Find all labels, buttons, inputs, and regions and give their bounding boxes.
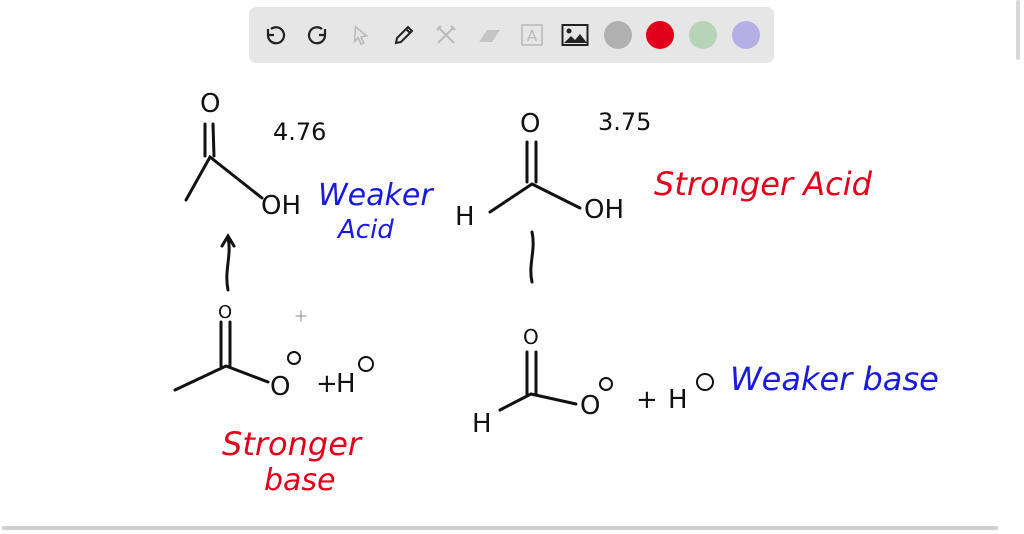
acetate-plus: +: [316, 369, 338, 399]
acetic-acid-bonds: [184, 122, 264, 202]
whiteboard-canvas[interactable]: O OH 4.76 Weaker Acid O H OH 3.75 Strong…: [0, 0, 1024, 534]
formic-acid-bonds: [488, 140, 582, 214]
equilibrium-arrow-left: [220, 233, 236, 292]
acetate-o-minus: O: [270, 372, 290, 402]
weaker-base-label: Weaker base: [730, 360, 939, 398]
acetic-pka: 4.76: [273, 118, 326, 146]
equilibrium-arrow-right: [529, 230, 535, 284]
formate-bonds: [498, 350, 578, 412]
formate-h: H: [472, 409, 492, 439]
formic-pka: 3.75: [598, 108, 651, 136]
vertical-scrollbar-thumb[interactable]: [1016, 0, 1020, 60]
formate-o-top: O: [523, 325, 539, 349]
formic-oh: OH: [584, 195, 624, 225]
acetic-o-top: O: [200, 89, 220, 119]
horizontal-scrollbar[interactable]: [2, 526, 998, 530]
formic-o-top: O: [520, 109, 540, 139]
weaker-acid-label-2: Acid: [336, 215, 394, 245]
cursor-crosshair: [295, 310, 307, 322]
formate-plus: +: [636, 385, 658, 415]
negative-charge-icon: [599, 377, 613, 391]
acetate-proton: H: [336, 369, 356, 399]
positive-charge-icon: [358, 356, 374, 372]
acetate-o-top: O: [218, 302, 232, 323]
acetic-oh: OH: [261, 191, 301, 221]
stronger-base-label-2: base: [264, 463, 336, 498]
negative-charge-icon: [287, 351, 301, 365]
formic-h: H: [455, 202, 475, 232]
formate-o-minus: O: [580, 391, 600, 421]
acetate-bonds: [173, 320, 270, 392]
formate-proton: H: [668, 385, 688, 415]
stronger-acid-label: Stronger Acid: [654, 165, 873, 203]
positive-charge-icon: [696, 373, 714, 391]
vertical-scrollbar[interactable]: [1002, 0, 1024, 534]
weaker-acid-label-1: Weaker: [318, 178, 434, 213]
stronger-base-label-1: Stronger: [222, 425, 363, 463]
